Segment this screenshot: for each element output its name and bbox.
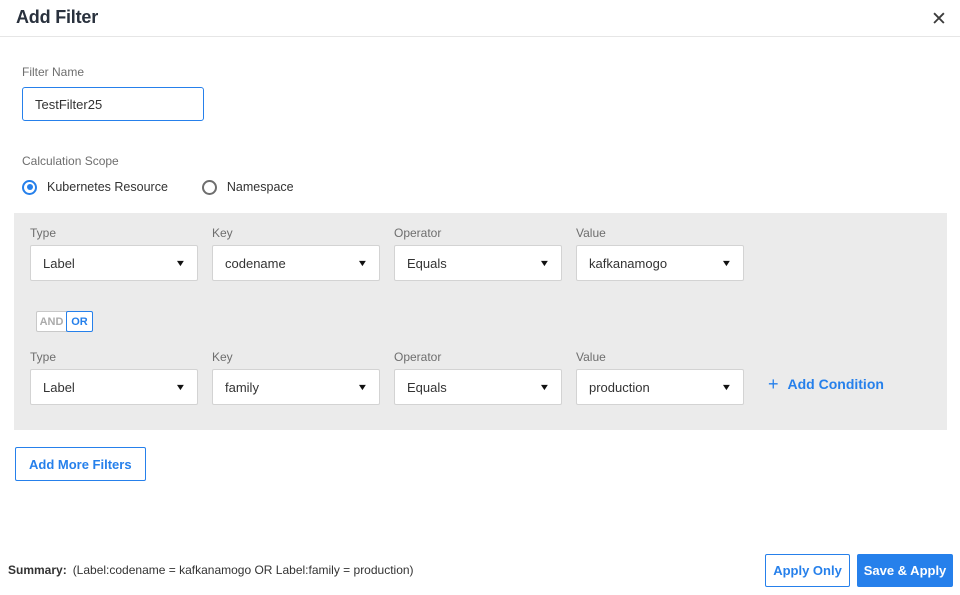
radio-namespace[interactable]: Namespace [201,179,294,195]
conditions-panel: Type Key Operator Value Label ▼ codename… [14,213,947,430]
add-condition-label: Add Condition [787,376,884,392]
chevron-down-icon: ▼ [720,382,733,392]
type-label: Type [30,226,57,240]
operator-label: Operator [394,350,442,364]
dropdown-value: Equals [407,255,447,271]
value-dropdown-row1[interactable]: kafkanamogo ▼ [576,245,744,281]
apply-only-button[interactable]: Apply Only [765,554,850,587]
dropdown-value: production [589,379,650,395]
operator-dropdown-row1[interactable]: Equals ▼ [394,245,562,281]
summary: Summary: (Label:codename = kafkanamogo OR… [8,563,414,577]
type-label: Type [30,350,57,364]
chevron-down-icon: ▼ [538,382,551,392]
operator-label: Operator [394,226,442,240]
plus-icon: + [768,374,779,394]
logic-or-button[interactable]: OR [66,311,93,332]
dialog-header: Add Filter ✕ [0,0,960,37]
type-dropdown-row2[interactable]: Label ▼ [30,369,198,405]
dropdown-value: Label [43,379,75,395]
logic-toggle: AND OR [36,311,93,332]
calculation-scope-label: Calculation Scope [22,154,119,168]
dropdown-value: Label [43,255,75,271]
key-dropdown-row2[interactable]: family ▼ [212,369,380,405]
chevron-down-icon: ▼ [538,258,551,268]
radio-label: Kubernetes Resource [47,180,168,194]
key-dropdown-row1[interactable]: codename ▼ [212,245,380,281]
type-dropdown-row1[interactable]: Label ▼ [30,245,198,281]
add-condition-link[interactable]: + Add Condition [768,375,884,393]
dropdown-value: kafkanamogo [589,255,668,271]
dropdown-value: Equals [407,379,447,395]
chevron-down-icon: ▼ [174,258,187,268]
operator-dropdown-row2[interactable]: Equals ▼ [394,369,562,405]
chevron-down-icon: ▼ [356,382,369,392]
close-icon[interactable]: ✕ [926,6,952,32]
chevron-down-icon: ▼ [720,258,733,268]
key-label: Key [212,350,233,364]
save-and-apply-button[interactable]: Save & Apply [857,554,953,587]
logic-and-button[interactable]: AND [36,311,67,332]
radio-kubernetes-resource[interactable]: Kubernetes Resource [22,179,168,195]
key-label: Key [212,226,233,240]
add-more-filters-button[interactable]: Add More Filters [15,447,146,481]
add-filter-dialog: Add Filter ✕ Filter Name Calculation Sco… [0,0,960,595]
value-dropdown-row2[interactable]: production ▼ [576,369,744,405]
filter-name-label: Filter Name [22,65,85,79]
calculation-scope-options: Kubernetes Resource Namespace [22,177,294,197]
radio-label: Namespace [226,180,294,194]
dialog-title: Add Filter [16,7,98,27]
value-label: Value [576,226,606,240]
summary-label: Summary: [8,563,67,577]
dropdown-value: family [225,379,259,395]
dropdown-value: codename [225,255,286,271]
chevron-down-icon: ▼ [174,382,187,392]
radio-unselected-icon[interactable] [201,179,217,195]
summary-text: (Label:codename = kafkanamogo OR Label:f… [72,563,414,577]
chevron-down-icon: ▼ [356,258,369,268]
filter-name-input[interactable] [22,87,204,121]
value-label: Value [576,350,606,364]
radio-selected-icon[interactable] [22,179,37,195]
